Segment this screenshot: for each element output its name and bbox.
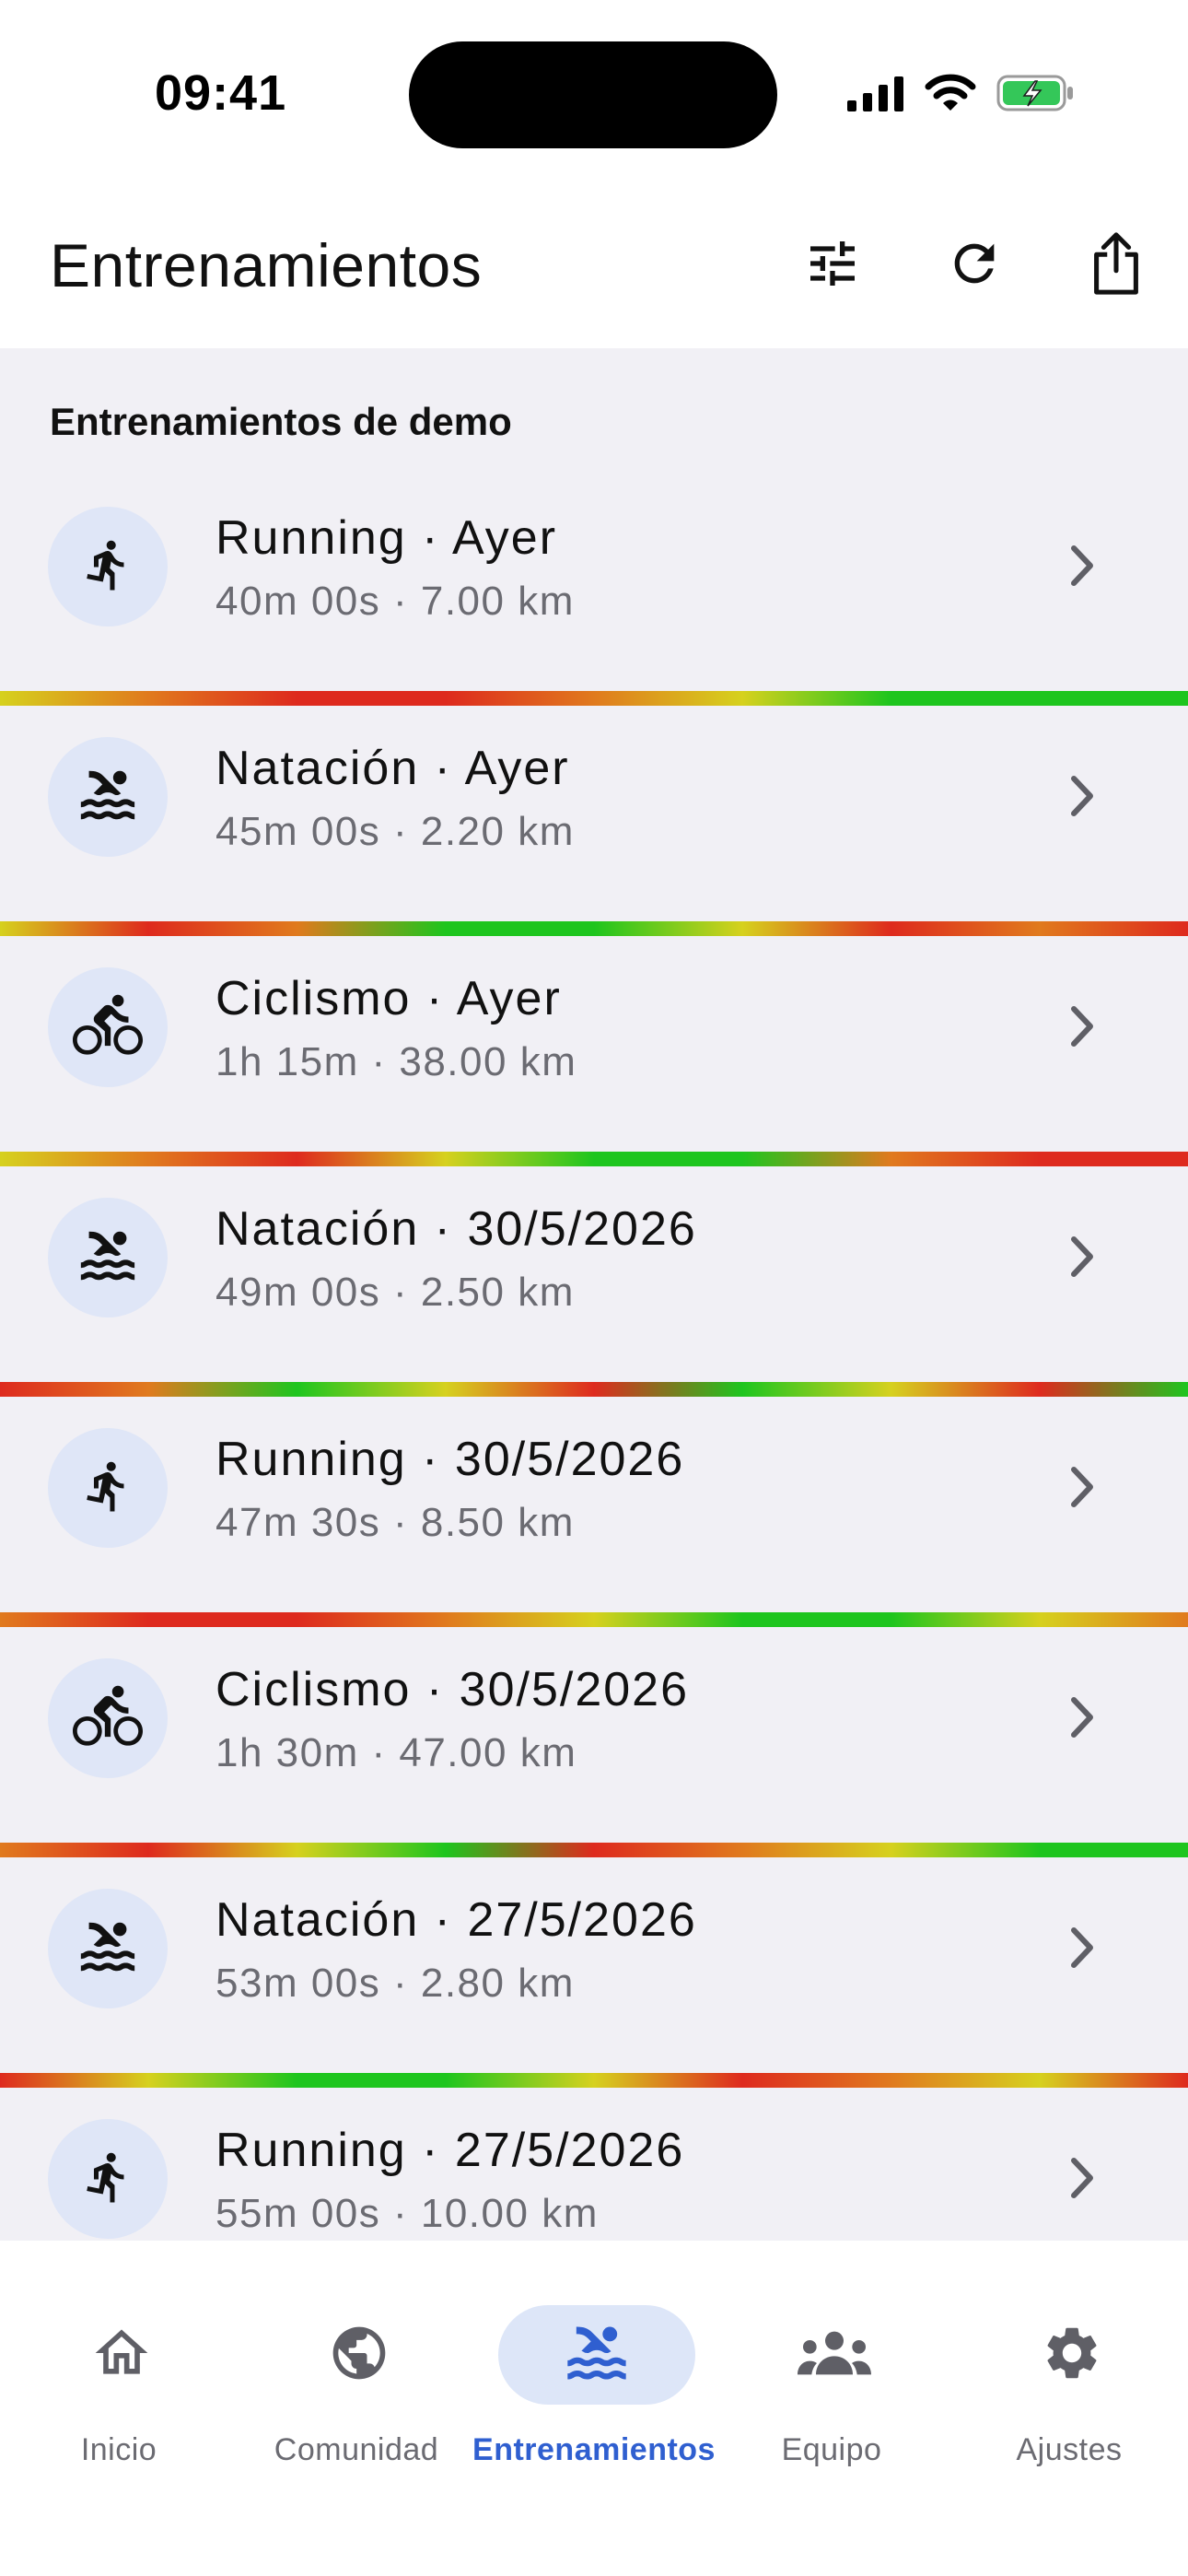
nav-item-entrenamientos[interactable]: Entrenamientos bbox=[472, 2277, 715, 2467]
chevron-right-icon bbox=[1059, 1920, 1105, 1975]
nav-icon-container bbox=[736, 2305, 933, 2405]
workout-avatar bbox=[48, 1428, 168, 1548]
workout-title: Natación · Ayer bbox=[215, 742, 570, 795]
intensity-bar bbox=[0, 1843, 1188, 1857]
chevron-right-icon bbox=[1059, 999, 1105, 1054]
nav-item-equipo[interactable]: Equipo bbox=[713, 2277, 950, 2467]
workout-row[interactable]: Running · 27/5/2026 55m 00s · 10.00 km bbox=[0, 2090, 1188, 2241]
chevron-right-icon bbox=[1059, 1229, 1105, 1284]
dynamic-island bbox=[409, 41, 777, 148]
swimming-icon bbox=[76, 1914, 140, 1984]
intensity-bar bbox=[0, 1612, 1188, 1627]
workout-title: Natación · 27/5/2026 bbox=[215, 1893, 697, 1947]
intensity-bar bbox=[0, 1152, 1188, 1166]
workout-row[interactable]: Ciclismo · Ayer 1h 15m · 38.00 km bbox=[0, 938, 1188, 1168]
workout-detail: 45m 00s · 2.20 km bbox=[215, 809, 575, 854]
status-time: 09:41 bbox=[155, 65, 287, 121]
intensity-bar bbox=[0, 691, 1188, 706]
workout-avatar bbox=[48, 737, 168, 857]
globe-icon bbox=[328, 2322, 390, 2389]
workout-row[interactable]: Running · 30/5/2026 47m 30s · 8.50 km bbox=[0, 1399, 1188, 1629]
swimming-icon bbox=[76, 763, 140, 832]
chevron-right-icon bbox=[1059, 1459, 1105, 1515]
workout-avatar bbox=[48, 967, 168, 1087]
team-icon bbox=[798, 2325, 871, 2385]
workout-row[interactable]: Natación · Ayer 45m 00s · 2.20 km bbox=[0, 708, 1188, 938]
workout-title: Running · 30/5/2026 bbox=[215, 1433, 685, 1486]
app-header: Entrenamientos bbox=[0, 184, 1188, 348]
workout-avatar bbox=[48, 1198, 168, 1317]
workout-title: Running · 27/5/2026 bbox=[215, 2124, 685, 2177]
wifi-icon bbox=[925, 74, 976, 117]
chevron-right-icon bbox=[1059, 538, 1105, 593]
section-title: Entrenamientos de demo bbox=[50, 400, 512, 443]
filter-button[interactable] bbox=[788, 221, 877, 310]
workout-title: Ciclismo · Ayer bbox=[215, 972, 562, 1025]
swimming-icon bbox=[562, 2318, 632, 2393]
nav-icon-container bbox=[23, 2305, 220, 2405]
workout-avatar bbox=[48, 507, 168, 626]
bottom-navigation: Inicio Comunidad Entrenamientos Equipo Ajust… bbox=[0, 2241, 1188, 2576]
intensity-bar bbox=[0, 1382, 1188, 1397]
battery-charging-icon bbox=[996, 73, 1076, 118]
signal-icon bbox=[847, 75, 904, 116]
share-icon bbox=[1087, 231, 1146, 300]
workout-detail: 55m 00s · 10.00 km bbox=[215, 2191, 599, 2236]
workout-detail: 1h 15m · 38.00 km bbox=[215, 1039, 577, 1084]
filter-icon bbox=[803, 234, 862, 298]
workout-avatar bbox=[48, 2119, 168, 2239]
running-icon bbox=[80, 533, 135, 602]
nav-item-ajustes[interactable]: Ajustes bbox=[950, 2277, 1188, 2467]
workout-title: Ciclismo · 30/5/2026 bbox=[215, 1663, 689, 1716]
nav-icon-container bbox=[973, 2305, 1171, 2405]
workout-detail: 47m 30s · 8.50 km bbox=[215, 1500, 575, 1545]
workout-list-screen: Entrenamientos de demo Running · Ayer 40m… bbox=[0, 348, 1188, 2241]
nav-icon-container bbox=[498, 2305, 695, 2405]
page-title: Entrenamientos bbox=[50, 231, 483, 299]
workout-title: Running · Ayer bbox=[215, 511, 558, 565]
chevron-right-icon bbox=[1059, 768, 1105, 824]
status-bar: 09:41 bbox=[0, 0, 1188, 184]
workout-avatar bbox=[48, 1889, 168, 2008]
refresh-icon bbox=[945, 234, 1004, 298]
cycling-icon bbox=[73, 1681, 143, 1756]
nav-label: Inicio bbox=[80, 2432, 157, 2467]
workout-detail: 49m 00s · 2.50 km bbox=[215, 1270, 575, 1315]
workout-row[interactable]: Ciclismo · 30/5/2026 1h 30m · 47.00 km bbox=[0, 1629, 1188, 1859]
workout-detail: 40m 00s · 7.00 km bbox=[215, 579, 575, 624]
intensity-bar bbox=[0, 921, 1188, 936]
chevron-right-icon bbox=[1059, 1690, 1105, 1745]
workout-title: Natación · 30/5/2026 bbox=[215, 1202, 697, 1256]
workout-row[interactable]: Natación · 30/5/2026 49m 00s · 2.50 km bbox=[0, 1168, 1188, 1399]
refresh-button[interactable] bbox=[930, 221, 1019, 310]
intensity-bar bbox=[0, 2073, 1188, 2088]
nav-label: Ajustes bbox=[1016, 2432, 1123, 2467]
share-button[interactable] bbox=[1072, 221, 1160, 310]
swimming-icon bbox=[76, 1224, 140, 1293]
home-icon bbox=[90, 2322, 153, 2389]
workout-avatar bbox=[48, 1658, 168, 1778]
workout-row[interactable]: Natación · 27/5/2026 53m 00s · 2.80 km bbox=[0, 1859, 1188, 2090]
gear-icon bbox=[1041, 2322, 1103, 2389]
running-icon bbox=[80, 2145, 135, 2214]
nav-icon-container bbox=[261, 2305, 458, 2405]
cycling-icon bbox=[73, 990, 143, 1065]
nav-label: Entrenamientos bbox=[472, 2432, 716, 2467]
nav-label: Comunidad bbox=[274, 2432, 439, 2467]
nav-label: Equipo bbox=[781, 2432, 882, 2467]
workout-row[interactable]: Running · Ayer 40m 00s · 7.00 km bbox=[0, 477, 1188, 708]
chevron-right-icon bbox=[1059, 2150, 1105, 2206]
nav-item-inicio[interactable]: Inicio bbox=[0, 2277, 238, 2467]
nav-item-comunidad[interactable]: Comunidad bbox=[238, 2277, 475, 2467]
status-icons bbox=[847, 72, 1076, 118]
workout-list[interactable]: Running · Ayer 40m 00s · 7.00 km Natación … bbox=[0, 477, 1188, 2241]
running-icon bbox=[80, 1454, 135, 1523]
workout-detail: 53m 00s · 2.80 km bbox=[215, 1961, 575, 2006]
workout-detail: 1h 30m · 47.00 km bbox=[215, 1730, 577, 1775]
